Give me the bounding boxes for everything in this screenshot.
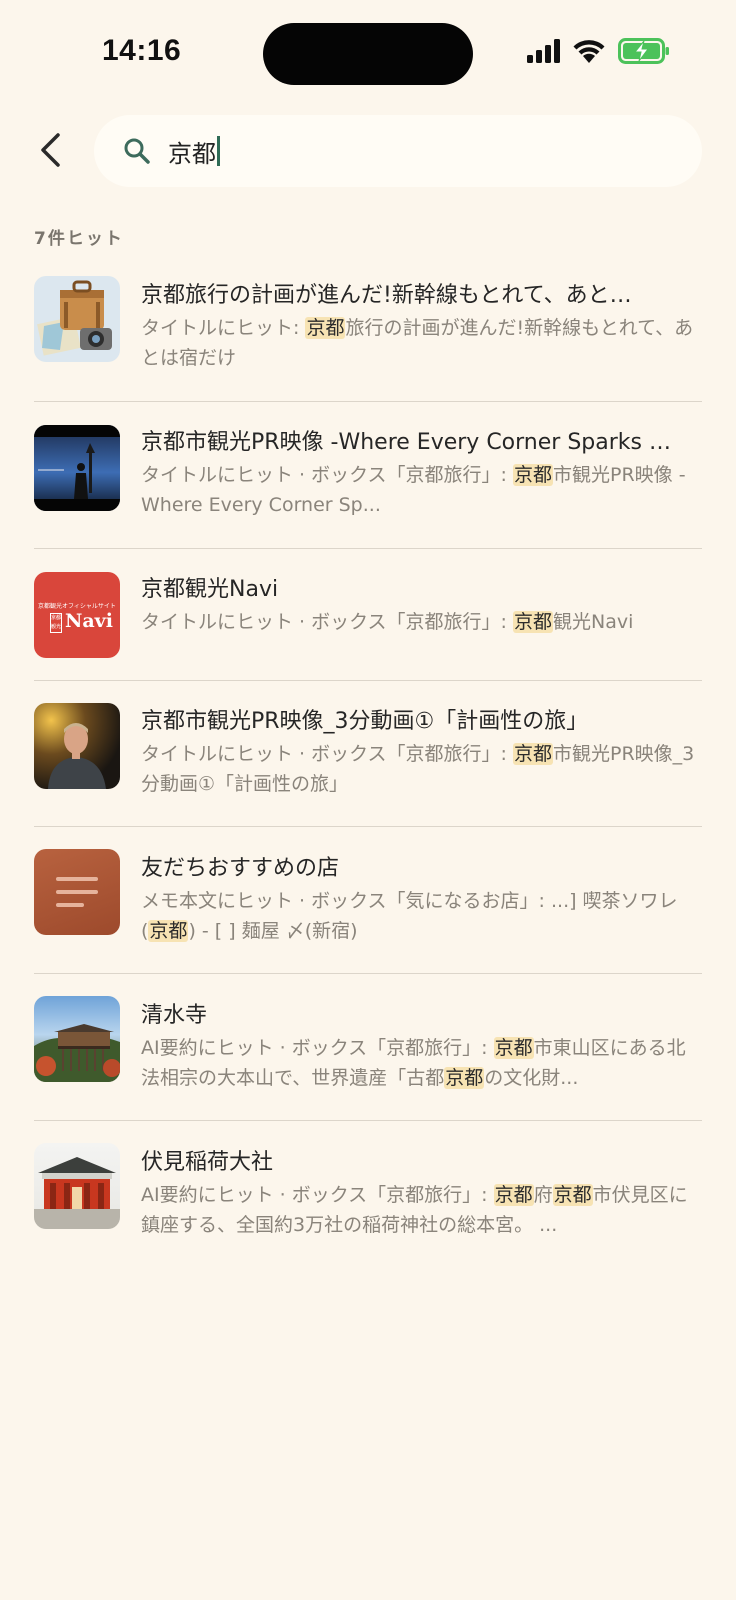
snippet-text: の文化財... <box>484 1067 579 1089</box>
result-snippet: AI要約にヒット · ボックス「京都旅行」: 京都府京都市伏見区に鎮座する、全国… <box>141 1180 701 1240</box>
highlight-match: 京都 <box>552 1184 593 1206</box>
result-snippet: タイトルにヒット · ボックス「京都旅行」: 京都市観光PR映像 -Where … <box>141 460 701 520</box>
snippet-text: AI要約にヒット · ボックス「京都旅行」: <box>141 1037 494 1059</box>
result-title: 京都市観光PR映像 -Where Every Corner Sparks … <box>141 430 671 455</box>
results-list: 京都旅行の計画が進んだ!新幹線もとれて、あと… タイトルにヒット: 京都旅行の計… <box>0 255 736 1268</box>
logo-navi-text: Navi <box>65 610 113 632</box>
result-item[interactable]: 京都市観光PR映像_3分動画①「計画性の旅」 タイトルにヒット · ボックス「京… <box>0 681 736 827</box>
fushimi-inari-photo <box>34 1143 120 1229</box>
result-snippet: AI要約にヒット · ボックス「京都旅行」: 京都市東山区にある北法相宗の大本山… <box>141 1033 701 1093</box>
kyoto-navi-logo: 京都観光オフィシャルサイト 京都観光 Navi <box>34 572 120 658</box>
result-item[interactable]: 京都市観光PR映像 -Where Every Corner Sparks … タ… <box>0 402 736 549</box>
result-title: 清水寺 <box>141 1003 208 1028</box>
result-item[interactable]: 清水寺 AI要約にヒット · ボックス「京都旅行」: 京都市東山区にある北法相宗… <box>0 974 736 1121</box>
result-title: 京都市観光PR映像_3分動画①「計画性の旅」 <box>141 709 589 734</box>
highlight-match: 京都 <box>493 1037 534 1059</box>
status-bar: 14:16 <box>0 0 736 100</box>
battery-charging-icon <box>618 38 669 64</box>
highlight-match: 京都 <box>444 1067 485 1089</box>
search-icon <box>124 138 150 164</box>
highlight-match: 京都 <box>513 464 554 486</box>
result-snippet: タイトルにヒット: 京都旅行の計画が進んだ!新幹線もとれて、あとは宿だけ <box>141 313 701 373</box>
result-snippet: メモ本文にヒット · ボックス「気になるお店」: ...] 喫茶ソワレ(京都) … <box>141 886 701 946</box>
status-time: 14:16 <box>102 34 182 67</box>
highlight-match: 京都 <box>513 743 554 765</box>
result-item[interactable]: 伏見稲荷大社 AI要約にヒット · ボックス「京都旅行」: 京都府京都市伏見区に… <box>0 1121 736 1268</box>
dynamic-island <box>263 23 473 85</box>
result-title: 友だちおすすめの店 <box>141 856 340 881</box>
result-item[interactable]: 友だちおすすめの店 メモ本文にヒット · ボックス「気になるお店」: ...] … <box>0 827 736 974</box>
search-query: 京都 <box>168 139 216 168</box>
snippet-text: AI要約にヒット · ボックス「京都旅行」: <box>141 1184 494 1206</box>
highlight-match: 京都 <box>513 611 554 633</box>
result-item[interactable]: 京都旅行の計画が進んだ!新幹線もとれて、あと… タイトルにヒット: 京都旅行の計… <box>0 255 736 402</box>
snippet-text: タイトルにヒット · ボックス「京都旅行」: <box>141 743 513 765</box>
snippet-text: タイトルにヒット: <box>141 317 306 339</box>
result-item[interactable]: 京都観光オフィシャルサイト 京都観光 Navi 京都観光Navi タイトルにヒッ… <box>0 549 736 681</box>
result-title: 京都旅行の計画が進んだ!新幹線もとれて、あと… <box>141 283 632 308</box>
result-title: 京都観光Navi <box>141 577 279 602</box>
chevron-left-icon <box>41 133 60 167</box>
hit-count: 7件ヒット <box>34 229 124 249</box>
cellular-signal-icon <box>527 39 560 63</box>
logo-small-text: 京都観光オフィシャルサイト <box>38 603 116 610</box>
highlight-match: 京都 <box>493 1184 534 1206</box>
back-button[interactable] <box>30 128 70 172</box>
search-input[interactable]: 京都 <box>94 115 702 187</box>
kiyomizu-photo <box>34 996 120 1082</box>
logo-side-text: 京都観光 <box>50 613 62 633</box>
snippet-text: タイトルにヒット · ボックス「京都旅行」: <box>141 464 513 486</box>
video-thumbnail <box>34 703 120 789</box>
snippet-text: 観光Navi <box>553 611 634 633</box>
highlight-match: 京都 <box>305 317 346 339</box>
suitcase-thumbnail <box>34 276 120 362</box>
snippet-text: ) - [ ] 麺屋 〆(新宿) <box>188 920 358 942</box>
result-title: 伏見稲荷大社 <box>141 1150 274 1175</box>
highlight-match: 京都 <box>148 920 189 942</box>
snippet-text: タイトルにヒット · ボックス「京都旅行」: <box>141 611 513 633</box>
text-caret <box>217 136 220 166</box>
memo-icon <box>34 849 120 935</box>
snippet-text: 府 <box>533 1184 553 1206</box>
result-snippet: タイトルにヒット · ボックス「京都旅行」: 京都観光Navi <box>141 607 701 637</box>
wifi-icon <box>573 40 605 63</box>
result-snippet: タイトルにヒット · ボックス「京都旅行」: 京都市観光PR映像_3分動画①「計… <box>141 739 701 799</box>
status-icons <box>527 38 670 64</box>
video-thumbnail <box>34 425 120 511</box>
